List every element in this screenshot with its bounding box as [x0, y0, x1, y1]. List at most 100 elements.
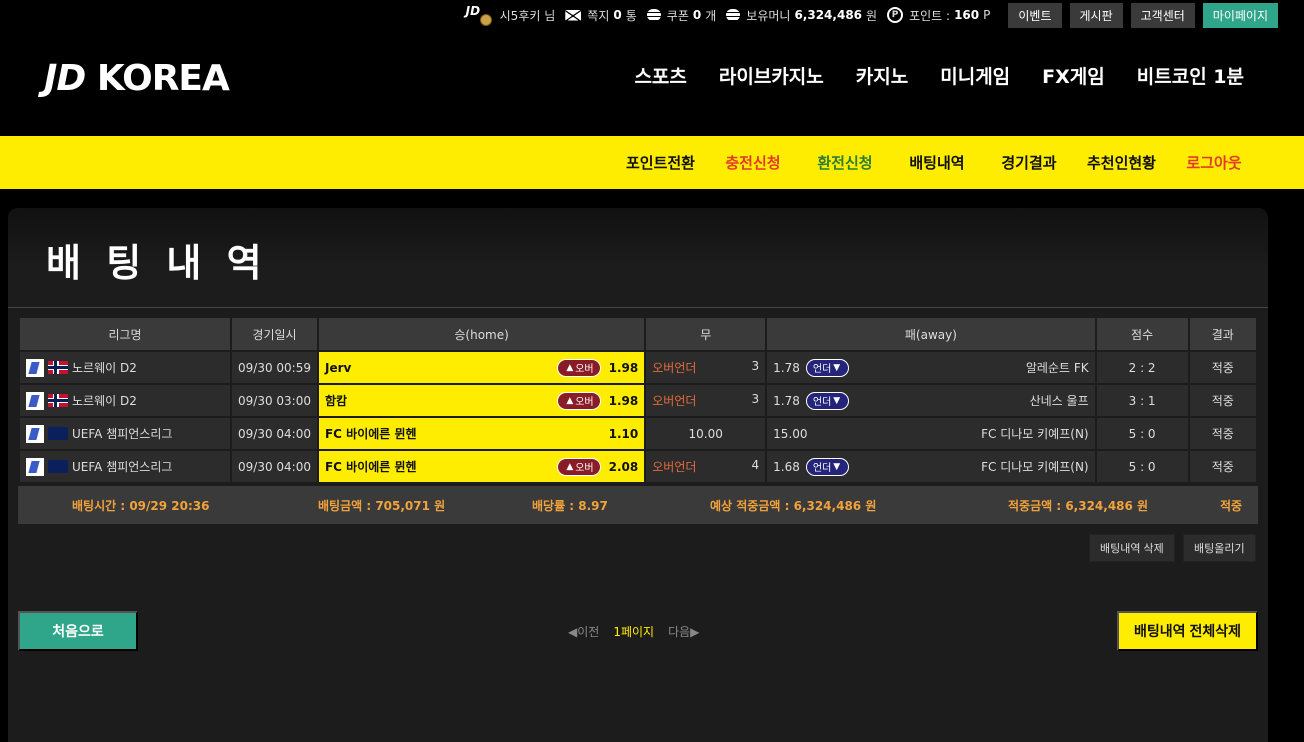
league-icon [26, 391, 44, 410]
subnav-logout[interactable]: 로그아웃 [1180, 152, 1248, 173]
point-info: P 포인트 : 160 P [887, 7, 990, 24]
league-cell: UEFA 챔피언스리그 [20, 451, 230, 482]
col-date: 경기일시 [232, 318, 317, 350]
money-label: 보유머니 [746, 8, 791, 23]
away-odds: 1.78 [773, 393, 800, 408]
arrow-down-icon: ▼ [833, 395, 841, 406]
score: 3 : 1 [1096, 385, 1188, 416]
draw-cell: 오버언더 4 [646, 451, 766, 482]
delete-history-button[interactable]: 배팅내역 삭제 [1089, 534, 1175, 562]
home-button[interactable]: 처음으로 [18, 611, 138, 651]
away-odds: 15.00 [773, 426, 808, 441]
bet-table: 리그명 경기일시 승(home) 무 패(away) 점수 결과 노르웨이 D2… [18, 316, 1258, 484]
message-count: 0 [613, 8, 622, 22]
result: 적중 [1189, 418, 1256, 449]
summary-win-amount: 적중금액 : 6,324,486 원 [1008, 498, 1149, 513]
draw-value: 10.00 [688, 426, 723, 441]
col-away: 패(away) [767, 318, 1095, 350]
point-unit: P [983, 8, 991, 22]
mypage-button[interactable]: 마이페이지 [1202, 2, 1278, 28]
username: 시5후키 [499, 8, 541, 23]
summary-bet-time: 배팅시간 : 09/29 20:36 [72, 498, 210, 513]
username-suffix: 님 [544, 8, 556, 23]
point-value: 160 [954, 8, 980, 22]
home-team: FC 바이에른 뮌헨 [324, 427, 417, 441]
nav-casino[interactable]: 카지노 [856, 62, 908, 89]
summary-odds: 배당률 : 8.97 [532, 498, 608, 513]
coupon-label: 쿠폰 [666, 8, 689, 23]
subnav-point-convert[interactable]: 포인트전환 [626, 152, 695, 173]
col-league: 리그명 [20, 318, 230, 350]
home-team: FC 바이에른 뮌헨 [324, 460, 417, 474]
nav-fx-game[interactable]: FX게임 [1042, 62, 1105, 89]
current-page[interactable]: 1페이지 [613, 623, 654, 640]
main-nav: 스포츠 라이브카지노 카지노 미니게임 FX게임 비트코인 1분 [602, 62, 1244, 89]
under-badge-label: 언더 [812, 463, 832, 474]
summary-status: 적중 [1220, 498, 1243, 513]
draw-label: 오버언더 [652, 394, 697, 408]
message-unit: 통 [625, 8, 637, 23]
point-icon: P [887, 7, 904, 23]
subnav-bet-history[interactable]: 배팅내역 [903, 152, 971, 173]
under-badge-label: 언더 [812, 397, 832, 408]
league-name: 노르웨이 D2 [72, 361, 137, 375]
coupon-info[interactable]: 쿠폰 0 개 [646, 7, 717, 24]
page-title: 배 팅 내 역 [46, 241, 268, 285]
col-home: 승(home) [318, 318, 645, 350]
event-button[interactable]: 이벤트 [1008, 2, 1062, 28]
away-cell: 1.68 언더 ▼ FC 디나모 키예프(N) [767, 451, 1095, 482]
coin-stack-icon [646, 9, 661, 21]
site-logo[interactable]: JD KOREA [44, 58, 230, 99]
next-page-link[interactable]: 다음▶ [668, 623, 699, 640]
pagination: ◀이전 1페이지 다음▶ [568, 623, 713, 640]
under-badge-label: 언더 [812, 364, 832, 375]
arrow-up-icon: ▲ [566, 362, 574, 373]
nav-minigame[interactable]: 미니게임 [940, 62, 1010, 89]
nav-sports[interactable]: 스포츠 [634, 62, 686, 89]
score: 5 : 0 [1096, 451, 1188, 482]
upload-bet-button[interactable]: 배팅올리기 [1183, 534, 1256, 562]
coupon-unit: 개 [705, 8, 717, 23]
user-info: JD 시5후키 님 [466, 4, 556, 26]
home-cell: FC 바이에른 뮌헨 1.10 [318, 418, 645, 449]
coupon-count: 0 [692, 8, 702, 22]
match-date: 09/30 03:00 [232, 385, 317, 416]
result: 적중 [1189, 352, 1256, 383]
draw-label: 오버언더 [652, 460, 697, 474]
col-score: 점수 [1096, 318, 1188, 350]
subnav-withdraw[interactable]: 환전신청 [811, 152, 879, 173]
draw-cell: 10.00 [646, 418, 766, 449]
home-odds: 1.98 [608, 360, 639, 375]
nav-bitcoin[interactable]: 비트코인 1분 [1137, 62, 1244, 89]
league-name: 노르웨이 D2 [72, 394, 137, 408]
home-odds: 1.10 [608, 426, 639, 441]
away-cell: 1.78 언더 ▼ 산네스 울프 [767, 385, 1095, 416]
league-cell: 노르웨이 D2 [20, 385, 230, 416]
subnav-deposit[interactable]: 충전신청 [719, 152, 787, 173]
away-cell: 1.78 언더 ▼ 알레순트 FK [767, 352, 1095, 383]
under-badge: 언더 ▼ [805, 457, 850, 476]
league-name: UEFA 챔피언스리그 [72, 427, 173, 441]
message-info[interactable]: 쪽지 0 통 [565, 7, 637, 24]
home-cell: 함캄 ▲ 오버 1.98 [318, 385, 645, 416]
result: 적중 [1189, 385, 1256, 416]
col-result: 결과 [1189, 318, 1256, 350]
sub-nav: 포인트전환 충전신청 환전신청 배팅내역 경기결과 추천인현황 로그아웃 [0, 136, 1304, 189]
match-date: 09/30 04:00 [232, 418, 317, 449]
table-row: UEFA 챔피언스리그 09/30 04:00 FC 바이에른 뮌헨 ▲ 오버 2.0… [20, 451, 1256, 482]
away-odds: 1.68 [773, 459, 800, 474]
norway-flag-icon [48, 361, 68, 374]
nav-live-casino[interactable]: 라이브카지노 [719, 62, 824, 89]
subnav-results[interactable]: 경기결과 [995, 152, 1063, 173]
support-button[interactable]: 고객센터 [1130, 2, 1195, 28]
draw-cell: 오버언더 3 [646, 385, 766, 416]
point-label: 포인트 : [909, 8, 951, 23]
league-cell: UEFA 챔피언스리그 [20, 418, 230, 449]
over-badge: ▲ 오버 [557, 391, 601, 410]
board-button[interactable]: 게시판 [1069, 2, 1123, 28]
money-info: 보유머니 6,324,486 원 [726, 7, 877, 24]
delete-all-button[interactable]: 배팅내역 전체삭제 [1117, 611, 1258, 651]
subnav-referrals[interactable]: 추천인현황 [1087, 152, 1156, 173]
bet-summary: 배팅시간 : 09/29 20:36 배팅금액 : 705,071 원 배당률 … [18, 486, 1258, 524]
prev-page-link[interactable]: ◀이전 [568, 623, 599, 640]
